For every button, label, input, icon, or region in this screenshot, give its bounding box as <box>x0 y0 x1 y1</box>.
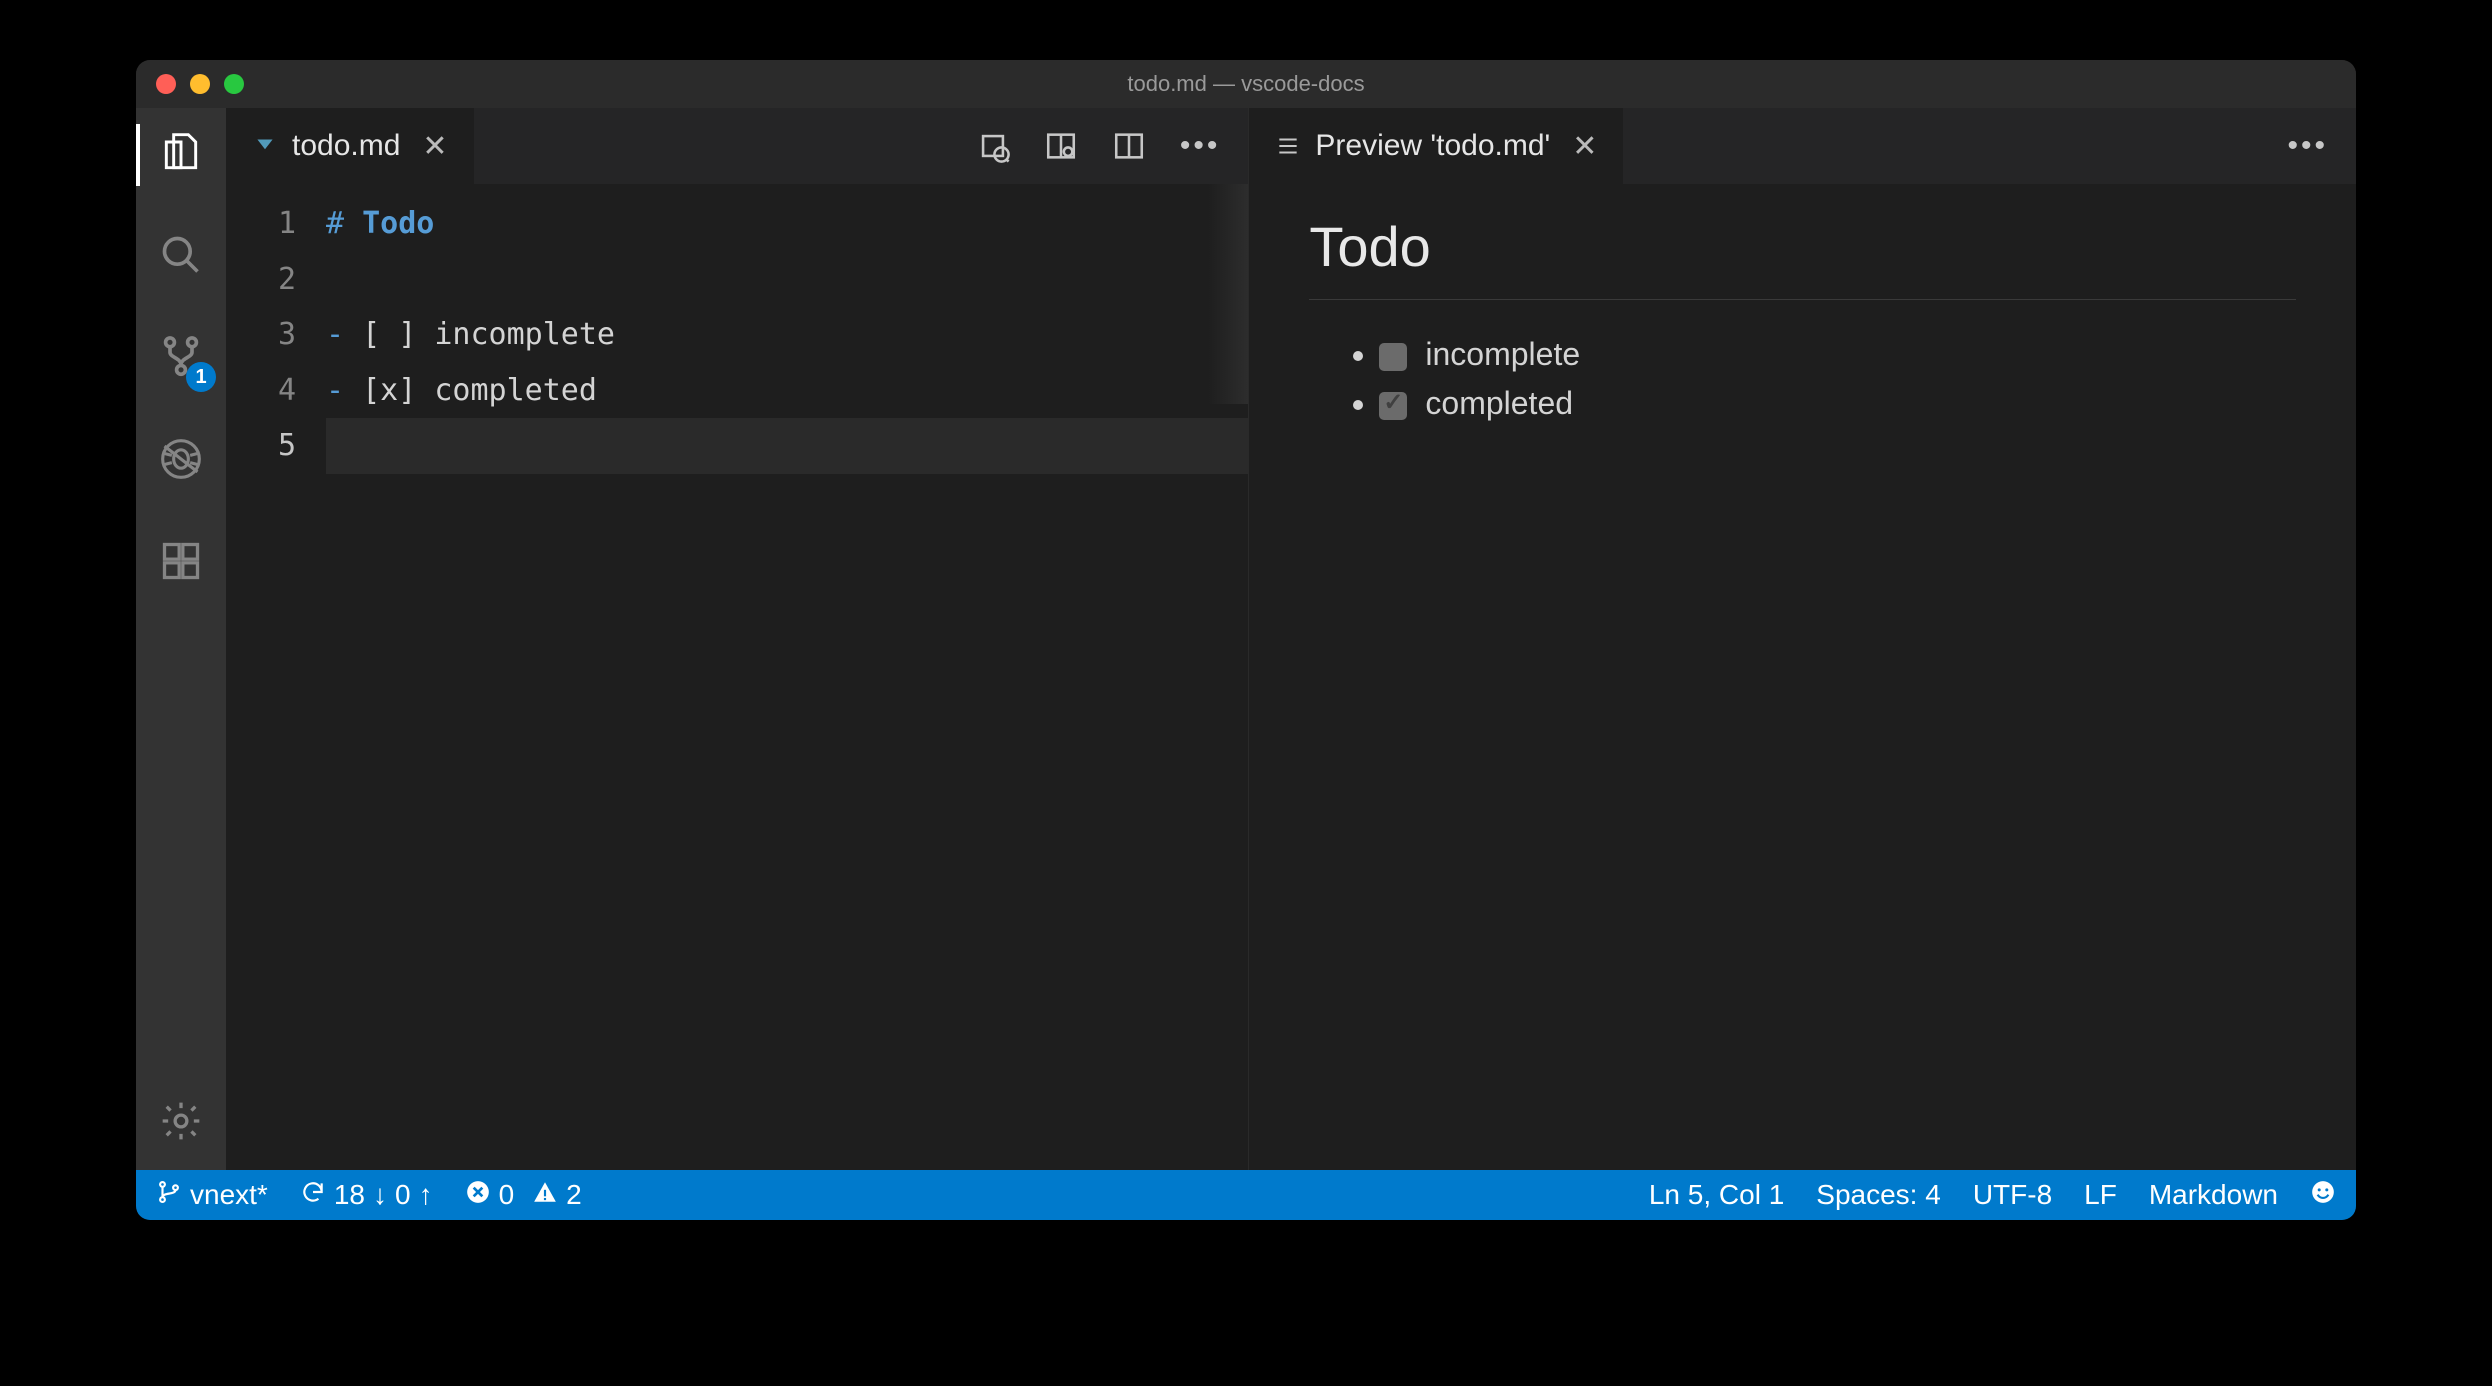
status-indentation[interactable]: Spaces: 4 <box>1816 1179 1941 1211</box>
status-feedback[interactable] <box>2310 1179 2336 1212</box>
preview-icon <box>1275 133 1301 159</box>
window-maximize-button[interactable] <box>224 74 244 94</box>
traffic-lights <box>136 74 244 94</box>
editor-tabs: todo.md ✕ ••• <box>226 108 1248 184</box>
activity-search[interactable] <box>156 232 206 282</box>
markdown-file-icon <box>252 133 278 159</box>
arrow-down-icon: ↓ <box>373 1179 387 1211</box>
checkbox-unchecked-icon <box>1379 343 1407 371</box>
window-minimize-button[interactable] <box>190 74 210 94</box>
line-number: 2 <box>226 252 296 308</box>
search-icon <box>159 233 203 282</box>
tab-preview-todo-md[interactable]: Preview 'todo.md' ✕ <box>1249 108 1624 184</box>
more-actions-button[interactable]: ••• <box>2287 129 2328 163</box>
status-encoding[interactable]: UTF-8 <box>1973 1179 2052 1211</box>
preview-tabs: Preview 'todo.md' ✕ ••• <box>1249 108 2356 184</box>
code-line: - [x] completed <box>326 363 1248 419</box>
activity-source-control[interactable]: 1 <box>156 334 206 384</box>
minimap[interactable] <box>1208 184 1248 404</box>
line-number-gutter: 1 2 3 4 5 <box>226 196 326 1170</box>
more-actions-button[interactable]: ••• <box>1180 129 1221 163</box>
activity-extensions[interactable] <box>156 538 206 588</box>
activity-debug[interactable] <box>156 436 206 486</box>
split-editor-icon[interactable] <box>1112 129 1146 163</box>
line-number: 5 <box>226 418 296 474</box>
line-number: 3 <box>226 307 296 363</box>
checkbox-checked-icon <box>1379 392 1407 420</box>
editor-actions: ••• <box>976 108 1249 184</box>
tab-close-button[interactable]: ✕ <box>422 129 447 164</box>
error-icon <box>465 1179 491 1212</box>
app-window: todo.md — vscode-docs <box>136 60 2356 1220</box>
status-eol[interactable]: LF <box>2084 1179 2117 1211</box>
status-language-mode[interactable]: Markdown <box>2149 1179 2278 1211</box>
gear-icon <box>159 1099 203 1148</box>
status-bar: vnext* 18↓ 0↑ 0 2 Ln 5, Col 1 Spaces: 4 … <box>136 1170 2356 1220</box>
window-title: todo.md — vscode-docs <box>136 71 2356 97</box>
status-sync[interactable]: 18↓ 0↑ <box>300 1179 433 1212</box>
smiley-icon <box>2310 1179 2336 1212</box>
preview-actions: ••• <box>2287 108 2356 184</box>
editor-area: todo.md ✕ ••• <box>226 108 2356 1170</box>
status-problems[interactable]: 0 2 <box>465 1179 582 1212</box>
activity-settings[interactable] <box>156 1098 206 1148</box>
code-lines: # Todo - [ ] incomplete - [x] completed <box>326 196 1248 1170</box>
preview-list-item: incomplete <box>1379 330 2296 379</box>
markdown-preview[interactable]: Todo incomplete completed <box>1249 184 2356 1170</box>
activity-explorer[interactable] <box>156 130 206 180</box>
preview-heading: Todo <box>1309 214 2296 300</box>
files-icon <box>159 131 203 180</box>
line-number: 1 <box>226 196 296 252</box>
arrow-up-icon: ↑ <box>419 1179 433 1211</box>
scm-badge: 1 <box>186 362 216 392</box>
code-line: # Todo <box>326 196 1248 252</box>
status-cursor-position[interactable]: Ln 5, Col 1 <box>1649 1179 1784 1211</box>
status-branch[interactable]: vnext* <box>156 1179 268 1212</box>
tab-close-button[interactable]: ✕ <box>1572 129 1597 164</box>
code-line <box>326 252 1248 308</box>
editor-group-preview: Preview 'todo.md' ✕ ••• Todo incomplete <box>1248 108 2356 1170</box>
git-branch-icon <box>156 1179 182 1212</box>
extensions-icon <box>159 539 203 588</box>
line-number: 4 <box>226 363 296 419</box>
titlebar: todo.md — vscode-docs <box>136 60 2356 108</box>
open-preview-side-icon[interactable] <box>1044 129 1078 163</box>
debug-icon <box>159 437 203 486</box>
tab-todo-md[interactable]: todo.md ✕ <box>226 108 475 184</box>
code-line: - [ ] incomplete <box>326 307 1248 363</box>
preview-list-item: completed <box>1379 379 2296 428</box>
activity-bar: 1 <box>136 108 226 1170</box>
sync-icon <box>300 1179 326 1212</box>
open-changes-icon[interactable] <box>976 129 1010 163</box>
editor-group-source: todo.md ✕ ••• <box>226 108 1248 1170</box>
code-editor[interactable]: 1 2 3 4 5 # Todo - [ ] incomplete - [x] … <box>226 184 1248 1170</box>
tab-label: todo.md <box>292 129 400 163</box>
tab-label: Preview 'todo.md' <box>1315 129 1550 163</box>
code-line <box>326 418 1248 474</box>
window-close-button[interactable] <box>156 74 176 94</box>
preview-list: incomplete completed <box>1309 330 2296 428</box>
warning-icon <box>532 1179 558 1212</box>
